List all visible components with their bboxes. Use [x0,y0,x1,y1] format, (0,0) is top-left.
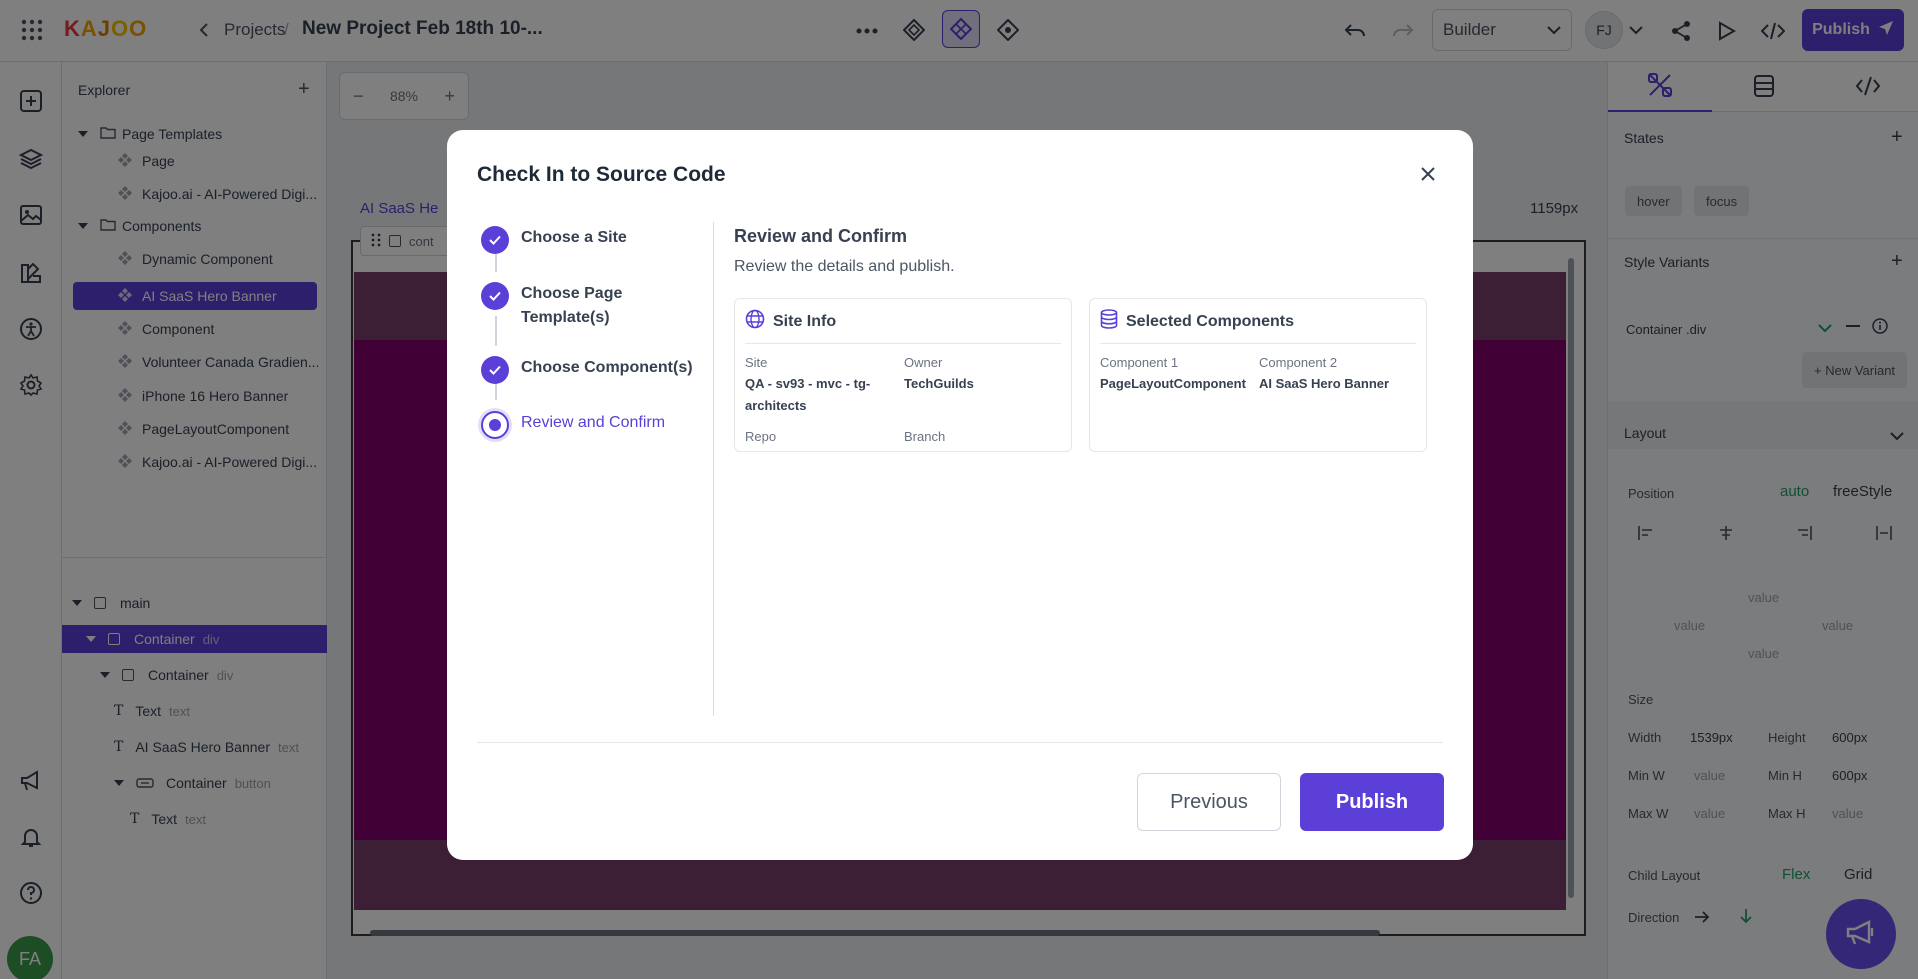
close-button[interactable] [1411,158,1445,192]
selected-components-title: Selected Components [1126,312,1295,330]
step-connector [495,254,497,272]
selected-components-card: Selected Components Component 1 PageLayo… [1089,298,1427,452]
step-label: Review and Confirm [521,414,666,431]
site-info-card: Site Info Site QA - sv93 - mvc - tg-arch… [734,298,1072,452]
current-step-icon [481,411,509,439]
component-1-label: Component 1 [1100,355,1179,370]
owner-label: Owner [904,355,943,370]
site-label: Site [745,355,768,370]
check-icon [481,226,509,254]
modal-title: Check In to Source Code [477,163,726,186]
site-value: QA - sv93 - mvc - tg-architects [745,376,871,413]
component-2-value: AI SaaS Hero Banner [1259,376,1390,391]
check-icon [481,356,509,384]
modal-footer-divider [477,742,1443,743]
modal-vertical-divider [713,222,714,716]
previous-button[interactable]: Previous [1137,773,1281,831]
site-info-header: Site Info [745,309,836,334]
check-in-modal: Check In to Source Code Choose a Site Ch… [447,130,1473,860]
close-icon [1421,166,1435,184]
publish-button[interactable]: Publish [1300,773,1444,831]
step-choose-page-templates[interactable]: Choose Page Template(s) [481,282,671,330]
component-2-label: Component 2 [1259,355,1338,370]
step-label: Choose Component(s) [521,359,693,376]
selected-components-header: Selected Components [1100,309,1294,334]
check-icon [481,282,509,310]
step-choose-site[interactable]: Choose a Site [481,226,701,254]
card-divider [745,343,1061,344]
repo-label: Repo [745,429,777,444]
step-label: Choose Page Template(s) [521,285,623,326]
step-choose-components[interactable]: Choose Component(s) [481,356,701,384]
step-label: Choose a Site [521,229,627,246]
review-subtitle: Review the details and publish. [734,258,955,275]
component-1-value: PageLayoutComponent [1100,376,1246,391]
card-divider [1100,343,1416,344]
step-review-confirm[interactable]: Review and Confirm [481,411,701,439]
review-title: Review and Confirm [734,226,908,246]
branch-label: Branch [904,429,946,444]
globe-icon [745,309,765,334]
owner-value: TechGuilds [904,376,974,391]
database-icon [1100,309,1118,334]
site-info-title: Site Info [773,312,837,330]
